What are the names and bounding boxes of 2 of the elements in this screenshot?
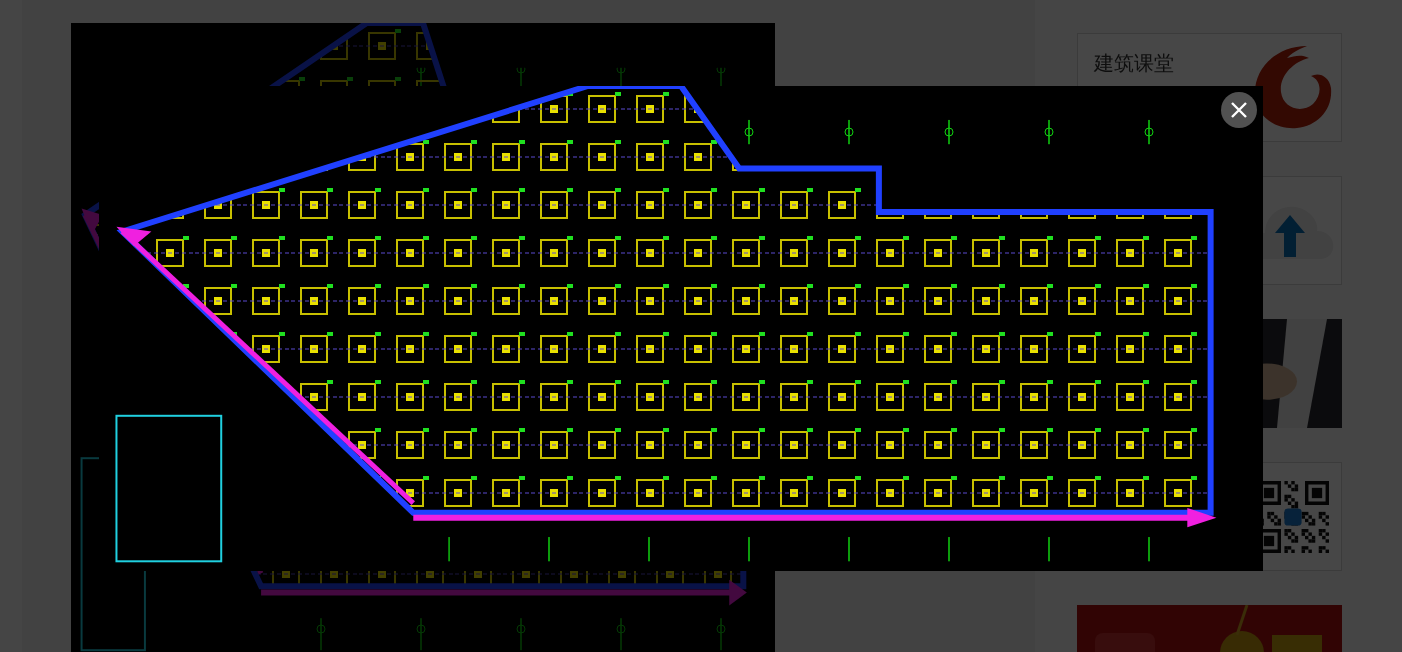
close-icon <box>1229 100 1249 120</box>
card-title: 建筑课堂 <box>1094 50 1174 77</box>
